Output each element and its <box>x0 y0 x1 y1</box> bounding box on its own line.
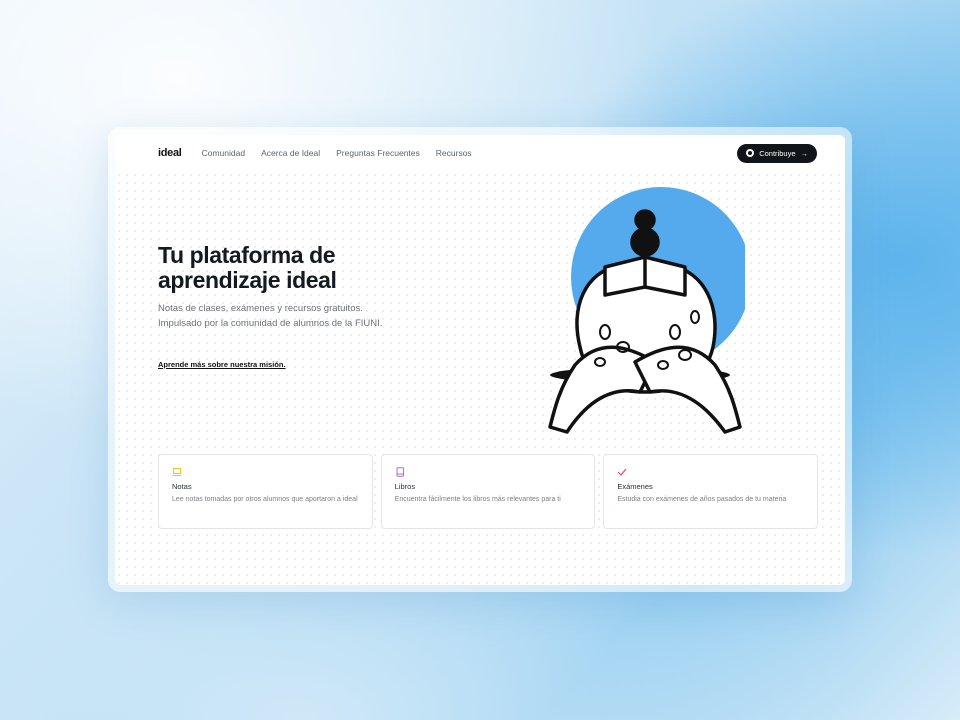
reading-person-illustration <box>548 187 745 434</box>
hero-title: Tu plataforma de aprendizaje ideal <box>158 242 337 293</box>
nav-link-acerca[interactable]: Acerca de Ideal <box>261 148 320 158</box>
contribute-label: Contribuye <box>759 148 796 158</box>
check-icon <box>617 468 627 476</box>
laptop-icon <box>172 468 182 476</box>
github-icon <box>746 149 755 157</box>
card-title: Libros <box>394 482 416 491</box>
logo[interactable]: ideal <box>158 147 182 159</box>
card-notas[interactable]: Notas Lee notas tomadas por otros alumno… <box>158 454 373 529</box>
card-libros[interactable]: Libros Encuentra fácilmente los libros m… <box>380 454 596 529</box>
feature-cards: Notas Lee notas tomadas por otros alumno… <box>158 454 819 529</box>
mission-link[interactable]: Aprende más sobre nuestra misión. <box>158 360 286 369</box>
card-title: Exámenes <box>617 482 653 491</box>
contribute-button[interactable]: Contribuye → <box>737 143 817 163</box>
card-description: Estudia con exámenes de años pasados de … <box>617 496 787 503</box>
top-nav: ideal Comunidad Acerca de Ideal Pregunta… <box>115 135 845 171</box>
app-window: ideal Comunidad Acerca de Ideal Pregunta… <box>115 135 845 585</box>
card-description: Lee notas tomadas por otros alumnos que … <box>172 496 358 503</box>
hero-subtitle: Notas de clases, exámenes y recursos gra… <box>158 303 383 329</box>
card-examenes[interactable]: Exámenes Estudia con exámenes de años pa… <box>603 454 819 529</box>
card-title: Notas <box>172 482 192 491</box>
book-icon <box>396 467 404 477</box>
nav-link-recursos[interactable]: Recursos <box>436 148 472 158</box>
card-description: Encuentra fácilmente los libros más rele… <box>394 496 561 503</box>
nav-link-preguntas[interactable]: Preguntas Frecuentes <box>336 148 420 158</box>
nav-link-comunidad[interactable]: Comunidad <box>202 148 245 158</box>
arrow-right-icon: → <box>800 148 809 158</box>
